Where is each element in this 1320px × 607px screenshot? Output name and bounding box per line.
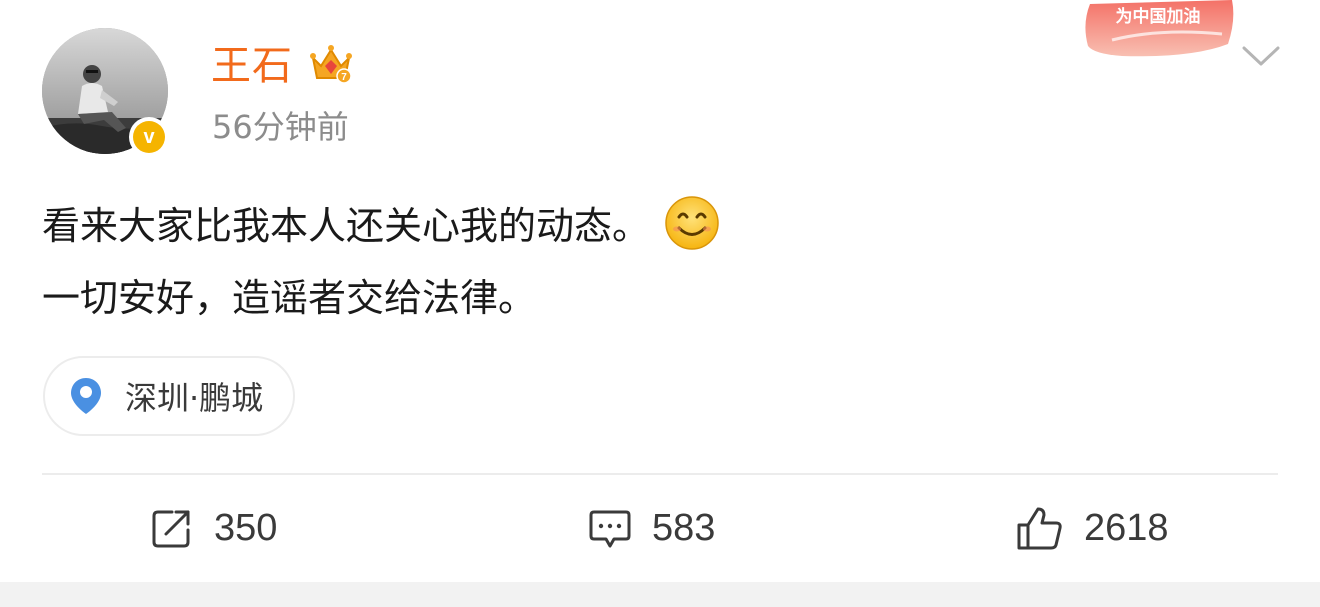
verified-badge: v [129,117,169,157]
like-icon [1017,507,1062,550]
comment-icon [589,510,631,548]
verified-v-icon: v [133,121,165,153]
crown-member-icon: 7 [310,45,352,84]
comment-button[interactable]: 583 [588,500,715,556]
location-pin-icon [71,378,101,414]
post-line-text: 看来大家比我本人还关心我的动态。 [42,204,651,248]
smile-emoji-icon [665,196,719,250]
topic-badge[interactable]: 为中国加油 [1082,0,1238,62]
author-name[interactable]: 王石 [211,38,293,94]
repost-icon [152,510,190,548]
post-line: 一切安好，造谣者交给法律。 [42,276,537,320]
topic-badge-text: 为中国加油 [1116,6,1201,27]
bottom-separator [0,582,1320,607]
post-content: 看来大家比我本人还关心我的动态。 一切安好，造谣者交给法律。 [42,190,1222,334]
chevron-down-icon[interactable] [1240,40,1282,70]
post-timestamp: 56分钟前 [212,108,349,146]
divider [42,473,1278,475]
location-text: 深圳·鹏城 [125,379,264,417]
like-button[interactable]: 2618 [1016,500,1169,556]
post-line: 看来大家比我本人还关心我的动态。 [42,190,1222,262]
repost-button[interactable]: 350 [150,500,277,556]
location-tag[interactable]: 深圳·鹏城 [43,356,296,436]
comment-count: 583 [652,506,716,549]
like-count: 2618 [1084,506,1169,549]
svg-text:7: 7 [341,72,347,83]
repost-count: 350 [214,506,278,549]
